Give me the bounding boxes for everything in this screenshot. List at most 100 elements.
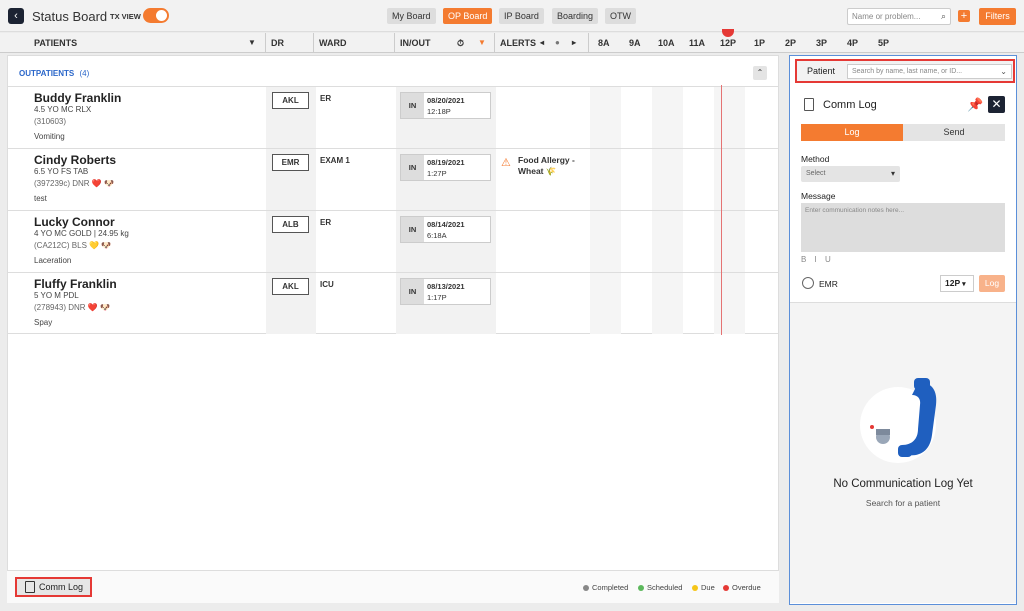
legend-completed: Completed — [583, 583, 628, 592]
ward: ER — [320, 94, 332, 103]
doctor-badge[interactable]: AKL — [272, 278, 309, 295]
in-label: IN — [401, 155, 424, 180]
section-count: (4) — [79, 69, 90, 78]
next-icon[interactable]: ▸ — [572, 38, 576, 47]
hour-8a: 8A — [598, 38, 610, 48]
patient-reason: Laceration — [34, 256, 72, 265]
patient-details: 4 YO MC GOLD | 24.95 kg — [34, 229, 129, 238]
empty-title: No Communication Log Yet — [833, 478, 973, 490]
hour-11a: 11A — [689, 38, 706, 48]
checkin-date: 08/20/2021 — [427, 96, 465, 105]
patient-name[interactable]: Lucky Connor — [34, 215, 115, 229]
current-time-line — [721, 85, 722, 335]
checkin-box[interactable]: IN 08/14/2021 6:18A — [400, 216, 491, 243]
col-patients[interactable]: PATIENTS — [34, 38, 77, 48]
table-row[interactable]: Lucky Connor 4 YO MC GOLD | 24.95 kg (CA… — [8, 210, 778, 272]
hour-2p: 2P — [785, 38, 797, 48]
patient-placeholder: Search by name, last name, or ID... — [852, 68, 963, 75]
user-label: EMR — [819, 279, 838, 289]
col-dr[interactable]: DR — [271, 38, 284, 48]
checkin-time: 1:17P — [427, 293, 447, 302]
patient-name[interactable]: Cindy Roberts — [34, 153, 116, 167]
format-toolbar[interactable]: B I U — [801, 255, 834, 264]
legend-due: Due — [692, 583, 715, 592]
tab-boarding[interactable]: Boarding — [552, 8, 599, 24]
hour-4p: 4P — [847, 38, 859, 48]
reset-icon[interactable]: ● — [555, 38, 560, 47]
in-label: IN — [401, 217, 424, 242]
stopwatch-icon[interactable]: ⏱ — [457, 38, 464, 49]
col-inout[interactable]: IN/OUT — [400, 38, 431, 48]
log-button[interactable]: Log — [979, 275, 1005, 292]
tab-my-board[interactable]: My Board — [387, 8, 436, 24]
hour-10a: 10A — [658, 38, 675, 48]
due-dot-icon — [692, 585, 698, 592]
checkin-time: 6:18A — [427, 231, 447, 240]
method-value: Select — [806, 170, 826, 177]
method-select[interactable]: Select ▾ — [801, 166, 900, 182]
message-placeholder: Enter communication notes here... — [805, 207, 904, 214]
patient-name[interactable]: Fluffy Franklin — [34, 277, 117, 291]
doctor-badge[interactable]: EMR — [272, 154, 309, 171]
ward: ER — [320, 218, 332, 227]
patient-details: 4.5 YO MC RLX — [34, 105, 92, 114]
checkin-box[interactable]: IN 08/13/2021 1:17P — [400, 278, 491, 305]
patient-details: 5 YO M PDL — [34, 291, 79, 300]
patient-board: OUTPATIENTS (4) ⌃ Buddy Franklin 4.5 YO … — [7, 55, 779, 603]
tx-view-toggle[interactable] — [143, 8, 169, 23]
checkin-time: 1:27P — [427, 169, 447, 178]
patient-id: (278943) DNR ❤️ 🐶 — [34, 303, 110, 312]
legend-label: Scheduled — [647, 583, 683, 592]
allergy-alert[interactable]: Food Allergy - Wheat 🌾 — [518, 155, 588, 177]
doctor-badge[interactable]: ALB — [272, 216, 309, 233]
tab-ip-board[interactable]: IP Board — [499, 8, 544, 24]
checkin-box[interactable]: IN 08/19/2021 1:27P — [400, 154, 491, 181]
patient-reason: Vomiting — [34, 132, 65, 141]
column-header: PATIENTS ▼ DR WARD IN/OUT ⏱ ▼ ALERTS ◂ ●… — [0, 29, 1024, 53]
patient-search-row: Patient Search by name, last name, or ID… — [795, 59, 1015, 83]
add-icon[interactable]: + — [958, 10, 970, 22]
table-row[interactable]: Fluffy Franklin 5 YO M PDL (278943) DNR … — [8, 272, 778, 334]
time-select[interactable]: 12P ▾ — [940, 275, 974, 292]
col-alerts[interactable]: ALERTS — [500, 38, 536, 48]
tab-otw[interactable]: OTW — [605, 8, 636, 24]
doctor-badge[interactable]: AKL — [272, 92, 309, 109]
tab-op-board[interactable]: OP Board — [443, 8, 493, 24]
warning-icon: ⚠ — [501, 157, 511, 169]
app-title: Status Board — [32, 9, 108, 24]
search-input[interactable]: Name or problem... ⌕ — [847, 8, 951, 25]
tab-log[interactable]: Log — [801, 124, 903, 141]
col-ward[interactable]: WARD — [319, 38, 347, 48]
prev-icon[interactable]: ◂ — [540, 38, 544, 47]
table-row[interactable]: Buddy Franklin 4.5 YO MC RLX (310603) Vo… — [8, 86, 778, 148]
hour-5p: 5P — [878, 38, 890, 48]
ward: EXAM 1 — [320, 156, 350, 165]
scheduled-dot-icon — [638, 585, 644, 592]
collapse-icon[interactable]: ⌃ — [753, 66, 767, 80]
comm-log-button[interactable]: Comm Log — [15, 577, 92, 597]
sort-chevron-icon[interactable]: ▼ — [248, 38, 256, 47]
message-textarea[interactable]: Enter communication notes here... — [801, 203, 1005, 252]
legend-label: Overdue — [732, 583, 761, 592]
in-label: IN — [401, 93, 424, 118]
back-button[interactable]: ‹ — [8, 8, 24, 24]
close-icon[interactable]: ✕ — [988, 96, 1005, 113]
method-label: Method — [801, 154, 830, 164]
tab-send[interactable]: Send — [903, 124, 1005, 141]
filters-button[interactable]: Filters — [979, 8, 1016, 25]
patient-details: 6.5 YO FS TAB — [34, 167, 89, 176]
patient-name[interactable]: Buddy Franklin — [34, 91, 121, 105]
legend-label: Due — [701, 583, 715, 592]
message-label: Message — [801, 191, 836, 201]
comm-log-label: Comm Log — [39, 582, 84, 592]
chevron-down-icon: ▾ — [962, 281, 966, 288]
sort-down-icon[interactable]: ▼ — [478, 38, 486, 47]
hour-1p: 1P — [754, 38, 766, 48]
pin-icon[interactable]: 📌 — [967, 97, 983, 113]
checkin-date: 08/13/2021 — [427, 282, 465, 291]
section-title[interactable]: OUTPATIENTS (4) — [19, 69, 89, 78]
checkin-box[interactable]: IN 08/20/2021 12:18P — [400, 92, 491, 119]
tx-view-label: TX VIEW — [110, 12, 141, 21]
patient-search-input[interactable]: Search by name, last name, or ID... ⌄ — [847, 64, 1012, 79]
table-row[interactable]: Cindy Roberts 6.5 YO FS TAB (397239c) DN… — [8, 148, 778, 210]
